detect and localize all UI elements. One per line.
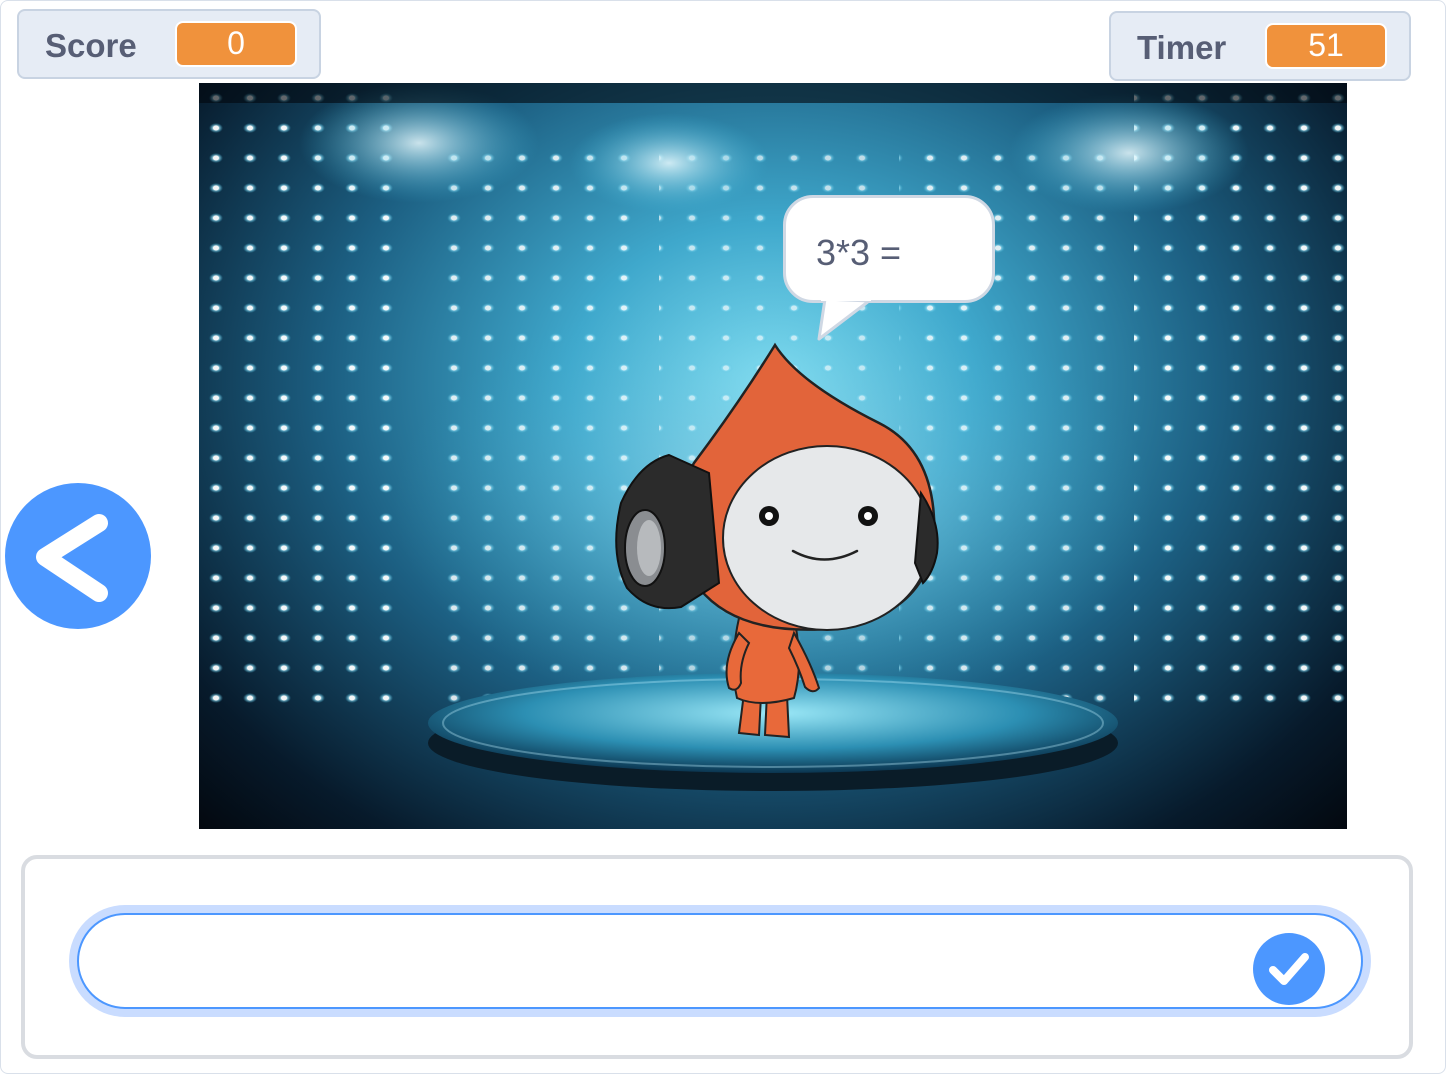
timer-monitor: Timer 51 <box>1109 11 1411 81</box>
chevron-left-icon <box>36 514 108 602</box>
ask-prompt-panel <box>21 855 1413 1059</box>
answer-input[interactable] <box>77 913 1363 1009</box>
check-icon <box>1269 953 1309 985</box>
score-monitor: Score 0 <box>17 9 321 79</box>
score-value: 0 <box>175 21 297 67</box>
character-sprite[interactable] <box>199 83 1347 829</box>
answer-input-wrapper <box>69 905 1371 1017</box>
score-label: Score <box>45 27 137 64</box>
timer-value: 51 <box>1265 23 1387 69</box>
submit-answer-button[interactable] <box>1253 933 1325 1005</box>
stage[interactable]: 3*3 = <box>199 83 1347 829</box>
player-window: Score 0 Timer 51 3*3 = <box>0 0 1446 1074</box>
speech-bubble: 3*3 = <box>783 195 995 303</box>
speech-text: 3*3 = <box>816 232 902 273</box>
timer-label: Timer <box>1137 29 1227 66</box>
back-button[interactable] <box>5 483 151 629</box>
